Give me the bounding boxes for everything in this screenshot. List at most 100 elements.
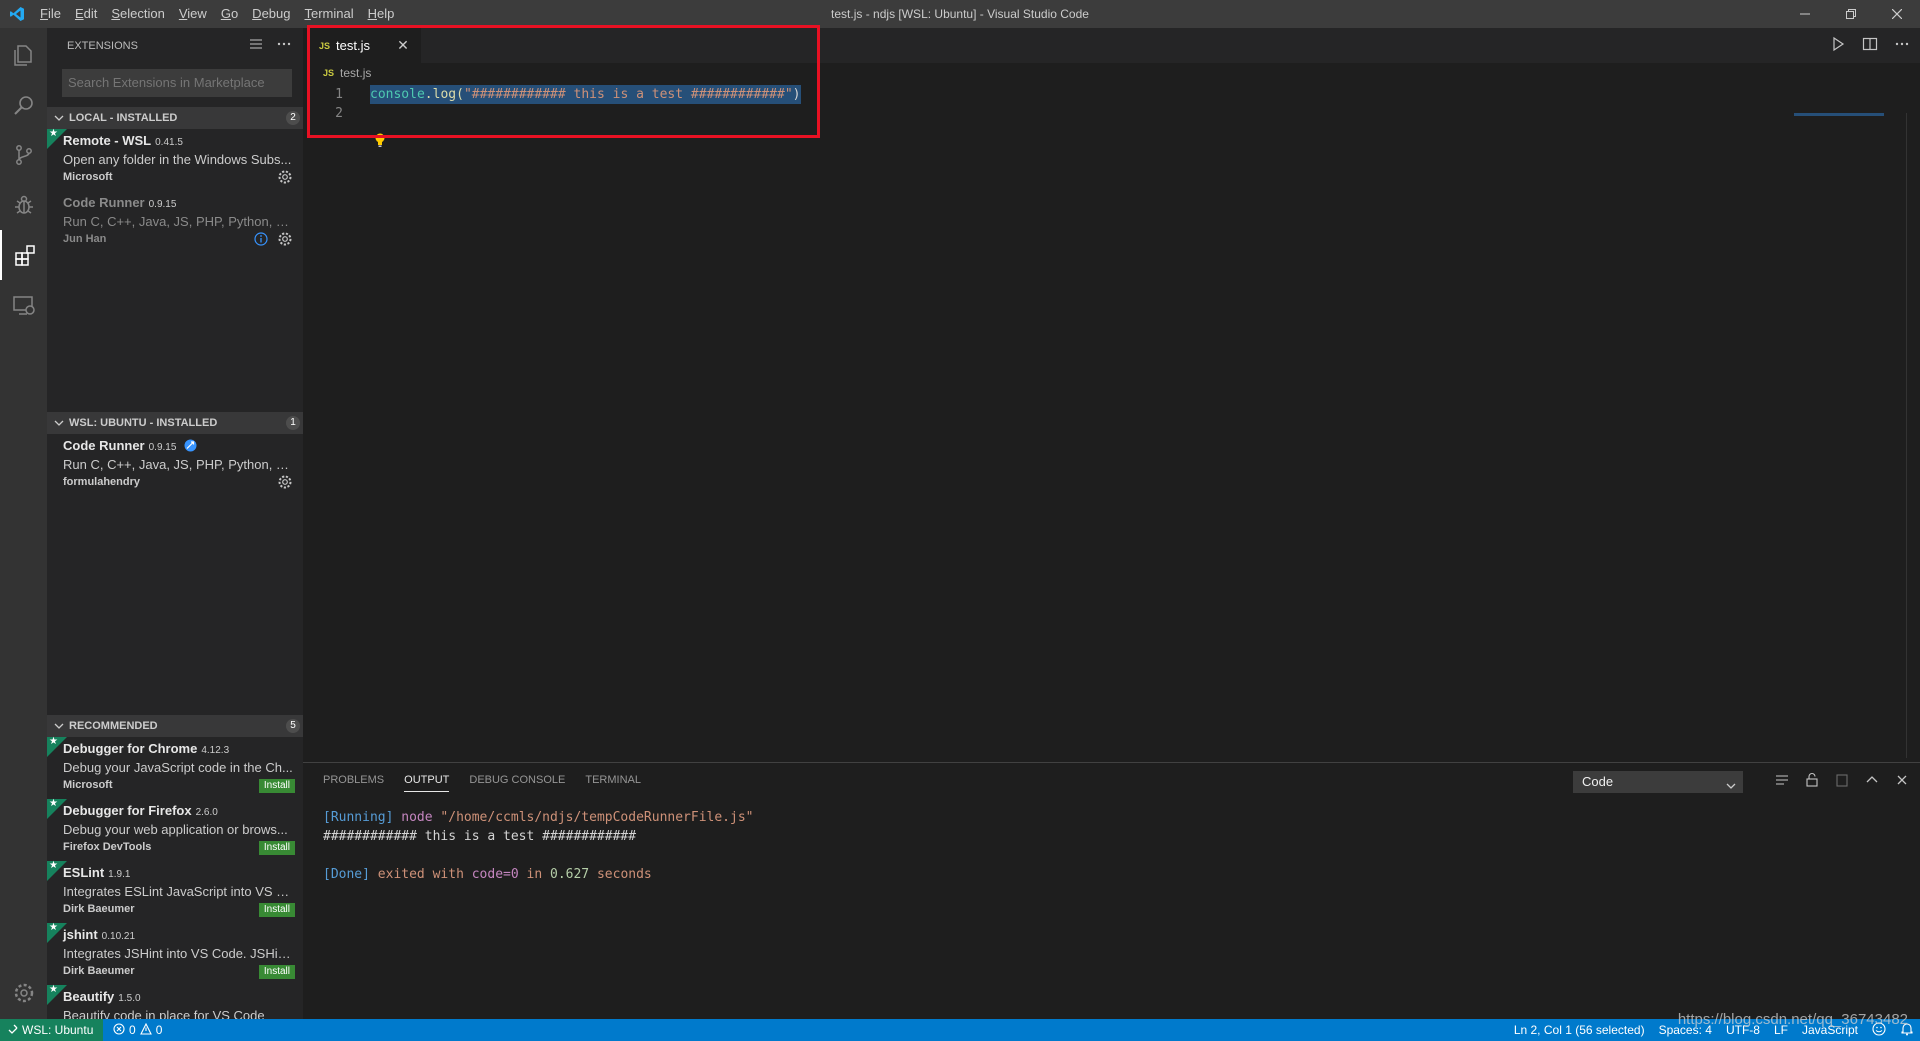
search-icon[interactable] <box>0 80 47 130</box>
section-recommended[interactable]: RECOMMENDED 5 <box>47 715 303 737</box>
manage-gear-icon[interactable] <box>277 169 293 185</box>
more-actions-icon[interactable] <box>277 37 291 54</box>
extension-item[interactable]: Code Runner 0.9.15 Run C, C++, Java, JS, … <box>47 191 303 253</box>
output-channel-value: Code <box>1582 774 1614 789</box>
warning-count: 0 <box>155 1023 163 1037</box>
editor-scrollbar[interactable] <box>1906 113 1920 758</box>
extension-version: 2.6.0 <box>195 807 218 818</box>
code-line[interactable]: 1 console.log("############ this is a te… <box>303 85 1920 104</box>
menu-terminal[interactable]: Terminal <box>297 0 360 28</box>
remote-label: WSL: Ubuntu <box>22 1023 94 1037</box>
extension-publisher: Dirk Baeumer <box>63 903 135 915</box>
install-button[interactable]: Install <box>258 779 295 793</box>
editor-tab-bar: JS test.js ✕ <box>303 28 1920 63</box>
extension-version: 0.9.15 <box>148 199 177 210</box>
settings-gear-icon[interactable] <box>0 968 47 1018</box>
count-badge: 1 <box>286 416 300 430</box>
minimap[interactable] <box>1794 113 1884 116</box>
menu-help[interactable]: Help <box>361 0 402 28</box>
minimize-button[interactable] <box>1782 0 1828 28</box>
run-code-icon[interactable] <box>1830 36 1846 55</box>
title-bar: File Edit Selection View Go Debug Termin… <box>0 0 1920 28</box>
section-wsl-installed[interactable]: WSL: UBUNTU - INSTALLED 1 <box>47 412 303 434</box>
manage-gear-icon[interactable] <box>277 474 293 490</box>
extension-version: 1.5.0 <box>118 993 141 1004</box>
close-window-button[interactable] <box>1874 0 1920 28</box>
menu-debug[interactable]: Debug <box>245 0 297 28</box>
output-line-done: [Done] exited with code=0 in 0.627 secon… <box>323 867 652 882</box>
close-tab-icon[interactable]: ✕ <box>395 37 411 53</box>
extension-description: Open any folder in the Windows Subs... <box>63 152 292 167</box>
close-panel-icon[interactable] <box>1894 772 1910 791</box>
split-editor-icon[interactable] <box>1862 36 1878 55</box>
activity-bar <box>0 28 47 1019</box>
extension-description: Debug your JavaScript code in the Ch... <box>63 760 293 775</box>
extension-name: jshint <box>63 927 98 942</box>
sidebar-header: EXTENSIONS <box>47 28 303 63</box>
extension-item[interactable]: ★ Debugger for Chrome 4.12.3 Debug your J… <box>47 736 303 799</box>
extension-publisher: Microsoft <box>63 779 113 791</box>
tab-test-js[interactable]: JS test.js ✕ <box>303 28 421 63</box>
output-line-running: [Running] node "/home/ccmls/ndjs/tempCod… <box>323 810 754 825</box>
extension-version: 4.12.3 <box>201 745 230 756</box>
restore-button[interactable] <box>1828 0 1874 28</box>
extension-item[interactable]: Code Runner 0.9.15 Run C, C++, Java, JS, … <box>47 434 303 496</box>
extensions-search-input[interactable] <box>62 69 292 97</box>
extension-item[interactable]: ★ Beautify 1.5.0 Beautify code in place f… <box>47 984 303 1019</box>
extension-item[interactable]: ★ Debugger for Firefox 2.6.0 Debug your w… <box>47 798 303 861</box>
tab-problems[interactable]: PROBLEMS <box>323 763 384 798</box>
clear-list-icon[interactable] <box>249 37 263 54</box>
code-text[interactable]: console.log("############ this is a test… <box>370 85 801 104</box>
manage-gear-icon[interactable] <box>277 231 293 247</box>
javascript-file-icon: JS <box>319 40 331 51</box>
extension-item[interactable]: ★ Remote - WSL 0.41.5 Open any folder in … <box>47 128 303 191</box>
menu-go[interactable]: Go <box>214 0 245 28</box>
info-icon[interactable] <box>253 231 269 247</box>
extension-name: Debugger for Chrome <box>63 741 198 756</box>
cursor-position[interactable]: Ln 2, Col 1 (56 selected) <box>1514 1023 1645 1037</box>
bottom-panel: PROBLEMS OUTPUT DEBUG CONSOLE TERMINAL C… <box>303 762 1920 1019</box>
menu-file[interactable]: File <box>33 0 68 28</box>
breadcrumb[interactable]: JS test.js <box>323 66 371 80</box>
explorer-icon[interactable] <box>0 30 47 80</box>
extension-version: 0.10.21 <box>101 931 136 942</box>
tab-output[interactable]: OUTPUT <box>404 763 450 798</box>
extension-description: Run C, C++, Java, JS, PHP, Python, Perl.… <box>63 214 295 229</box>
extension-description: Integrates JSHint into VS Code. JSHint..… <box>63 946 295 961</box>
remote-explorer-icon[interactable] <box>0 280 47 330</box>
debug-icon[interactable] <box>0 180 47 230</box>
lock-scroll-icon[interactable] <box>1804 772 1820 791</box>
extension-name: Code Runner <box>63 195 145 210</box>
extension-description: Integrates ESLint JavaScript into VS C..… <box>63 884 295 899</box>
open-log-icon[interactable] <box>1834 772 1850 791</box>
extension-description: Debug your web application or brows... <box>63 822 288 837</box>
extension-item[interactable]: ★ jshint 0.10.21 Integrates JSHint into V… <box>47 922 303 985</box>
menu-selection[interactable]: Selection <box>104 0 171 28</box>
code-line[interactable]: 2 <box>303 104 1920 123</box>
install-button[interactable]: Install <box>258 965 295 979</box>
maximize-panel-icon[interactable] <box>1864 772 1880 791</box>
extension-publisher: Firefox DevTools <box>63 841 152 853</box>
output-channel-select[interactable]: Code <box>1573 771 1743 793</box>
lightbulb-icon[interactable] <box>374 132 386 148</box>
breadcrumb-file[interactable]: test.js <box>340 66 371 80</box>
extension-item[interactable]: ★ ESLint 1.9.1 Integrates ESLint JavaScri… <box>47 860 303 923</box>
tab-debug-console[interactable]: DEBUG CONSOLE <box>469 763 565 798</box>
menu-edit[interactable]: Edit <box>68 0 104 28</box>
source-control-icon[interactable] <box>0 130 47 180</box>
window-controls <box>1782 0 1920 28</box>
remote-indicator[interactable]: WSL: Ubuntu <box>0 1019 104 1041</box>
clear-output-icon[interactable] <box>1774 772 1790 791</box>
install-button[interactable]: Install <box>258 903 295 917</box>
tab-terminal[interactable]: TERMINAL <box>585 763 641 798</box>
chevron-down-icon <box>51 113 67 123</box>
extension-description: Run C, C++, Java, JS, PHP, Python, Perl.… <box>63 457 295 472</box>
extensions-icon[interactable] <box>0 230 47 280</box>
menu-view[interactable]: View <box>172 0 214 28</box>
problems-indicator[interactable]: 0 0 <box>113 1019 162 1041</box>
more-actions-icon[interactable] <box>1894 36 1910 55</box>
section-local-installed[interactable]: LOCAL - INSTALLED 2 <box>47 107 303 129</box>
install-button[interactable]: Install <box>258 841 295 855</box>
extension-name: Debugger for Firefox <box>63 803 192 818</box>
extension-name: Remote - WSL <box>63 133 152 148</box>
